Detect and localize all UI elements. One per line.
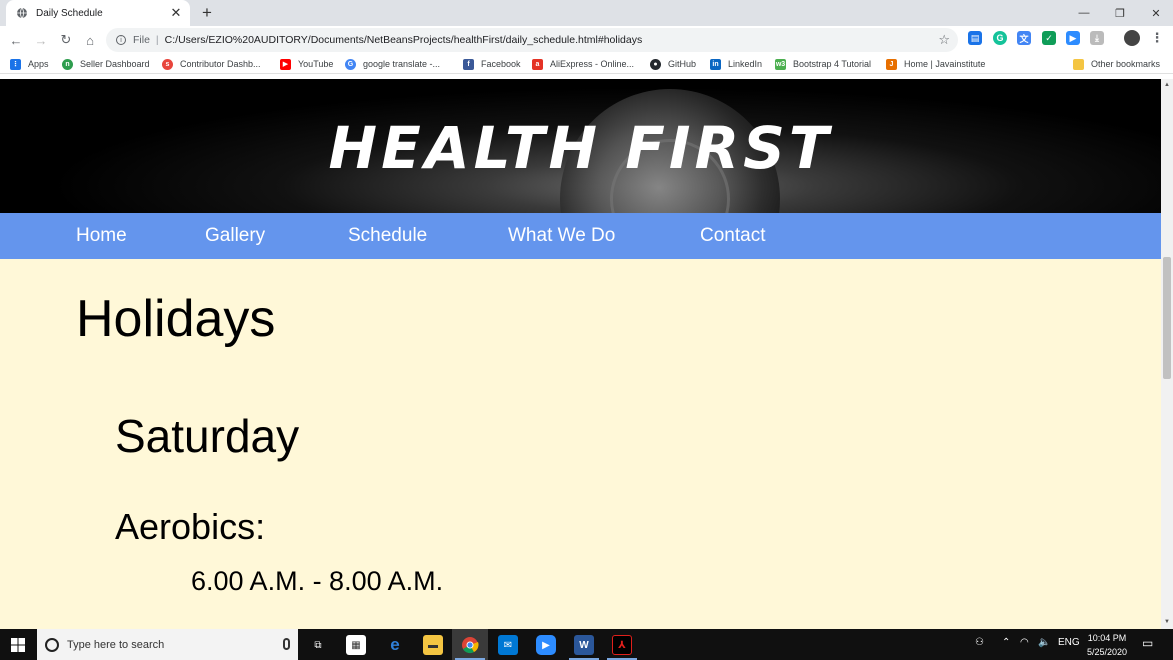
site-logo: HEALTH FIRST — [328, 114, 833, 182]
back-arrow-icon[interactable]: ← — [6, 30, 26, 50]
activity-heading: Aerobics: — [115, 506, 266, 547]
zoom-extension-icon[interactable]: ▶ — [1066, 31, 1080, 45]
bookmark-bootstrap[interactable]: w3 Bootstrap 4 Tutorial — [775, 57, 871, 71]
info-icon[interactable]: i — [116, 35, 126, 45]
language-indicator[interactable]: ENG — [1058, 637, 1080, 648]
close-window-icon[interactable]: ✕ — [1138, 0, 1173, 26]
tab-title: Daily Schedule — [36, 7, 103, 19]
bookmark-youtube[interactable]: ▶ YouTube — [280, 57, 333, 71]
nav-what-we-do[interactable]: What We Do — [508, 213, 615, 259]
seller-icon: n — [62, 58, 73, 70]
hero-banner: HEALTH FIRST — [0, 79, 1161, 213]
w3schools-icon: w3 — [775, 58, 786, 70]
windows-start-icon[interactable] — [0, 629, 36, 660]
page-scrollbar[interactable]: ▲ ▼ — [1161, 79, 1173, 629]
edge-icon[interactable]: e — [385, 635, 405, 655]
zoom-icon[interactable]: ▶ — [536, 635, 556, 655]
close-tab-icon[interactable]: ✕ — [168, 5, 184, 21]
section-title: Holidays — [76, 290, 276, 348]
home-icon[interactable]: ⌂ — [80, 30, 100, 50]
page-viewport: HEALTH FIRST Home Gallery Schedule What … — [0, 79, 1161, 629]
browser-tab[interactable]: Daily Schedule ✕ — [6, 0, 190, 26]
day-heading: Saturday — [115, 410, 300, 462]
new-tab-button[interactable]: + — [197, 3, 217, 23]
scroll-up-icon[interactable]: ▲ — [1164, 82, 1170, 88]
contributor-icon: s — [162, 58, 173, 70]
address-bar[interactable]: i File | C:/Users/EZIO%20AUDITORY/Docume… — [106, 28, 958, 52]
volume-icon[interactable]: 🔈 — [1038, 637, 1050, 648]
chrome-icon[interactable] — [460, 635, 480, 655]
facebook-icon: f — [463, 58, 474, 70]
minimize-icon[interactable]: — — [1066, 0, 1102, 26]
reload-icon[interactable]: ↻ — [56, 30, 76, 50]
aliexpress-icon: a — [532, 58, 543, 70]
bookmark-github[interactable]: ● GitHub — [650, 57, 696, 71]
url-text[interactable]: C:/Users/EZIO%20AUDITORY/Documents/NetBe… — [165, 34, 643, 46]
bookmark-star-icon[interactable]: ☆ — [938, 32, 950, 48]
folder-icon — [1073, 58, 1084, 70]
bookmark-javainstitute[interactable]: J Home | Javainstitute — [886, 57, 985, 71]
nav-schedule[interactable]: Schedule — [348, 213, 427, 259]
clock-time: 10:04 PM — [1087, 633, 1127, 643]
bookmark-google-translate[interactable]: Ggoogle translate -... — [345, 57, 440, 71]
youtube-icon: ▶ — [280, 58, 291, 70]
profile-avatar[interactable] — [1124, 30, 1140, 46]
nav-home[interactable]: Home — [76, 213, 127, 259]
github-icon: ● — [650, 58, 661, 70]
bookmark-linkedin[interactable]: in LinkedIn — [710, 57, 762, 71]
extension-reader-icon[interactable]: ▤ — [968, 31, 982, 45]
mail-icon[interactable]: ✉ — [498, 635, 518, 655]
microphone-icon[interactable] — [283, 638, 290, 650]
url-separator: | — [155, 34, 159, 46]
site-nav: Home Gallery Schedule What We Do Contact — [0, 213, 1161, 259]
store-icon[interactable]: ▦ — [346, 635, 366, 655]
nav-gallery[interactable]: Gallery — [205, 213, 265, 259]
activity-time: 6.00 A.M. - 8.00 A.M. — [191, 566, 444, 596]
bookmark-other[interactable]: Other bookmarks — [1073, 57, 1160, 71]
url-scheme: File — [133, 34, 150, 46]
bookmark-facebook[interactable]: f Facebook — [463, 57, 521, 71]
bookmark-aliexpress[interactable]: a AliExpress - Online... — [532, 57, 634, 71]
search-placeholder: Type here to search — [67, 638, 165, 651]
scroll-thumb[interactable] — [1163, 257, 1171, 379]
cortana-icon — [45, 637, 59, 652]
globe-icon — [16, 7, 28, 19]
windows-taskbar: Type here to search ⧉ ▦ e ▬ ✉ ▶ W ⅄ ⚇ ⌃ … — [0, 629, 1173, 660]
system-clock[interactable]: 10:04 PM 5/25/2020 — [1082, 631, 1132, 659]
apps-grid-icon: ⋮ — [10, 58, 21, 70]
scroll-down-icon[interactable]: ▼ — [1164, 619, 1170, 625]
nav-contact[interactable]: Contact — [700, 213, 765, 259]
taskbar-search[interactable]: Type here to search — [37, 629, 298, 660]
acrobat-icon[interactable]: ⅄ — [612, 635, 632, 655]
notifications-icon[interactable]: ▭ — [1142, 636, 1153, 650]
shield-icon[interactable]: ✓ — [1042, 31, 1056, 45]
file-explorer-icon[interactable]: ▬ — [423, 635, 443, 655]
clock-date: 5/25/2020 — [1086, 647, 1128, 657]
linkedin-icon: in — [710, 58, 721, 70]
bookmark-contributor[interactable]: s Contributor Dashb... — [162, 57, 261, 71]
restore-icon[interactable]: ❐ — [1102, 0, 1138, 26]
tab-strip: Daily Schedule ✕ + — ❐ ✕ — [0, 0, 1173, 26]
wifi-icon[interactable]: ◠ — [1020, 637, 1029, 648]
bookmark-seller-dashboard[interactable]: n Seller Dashboard — [62, 57, 150, 71]
translate-icon[interactable]: 文 — [1017, 31, 1031, 45]
java-icon: J — [886, 58, 897, 70]
chevron-up-icon[interactable]: ⌃ — [1002, 637, 1010, 648]
grammarly-icon[interactable]: G — [993, 31, 1007, 45]
forward-arrow-icon[interactable]: → — [31, 30, 51, 50]
bookmark-apps[interactable]: ⋮ Apps — [10, 57, 49, 71]
more-menu-icon[interactable]: ⋮ — [1150, 30, 1164, 45]
word-icon[interactable]: W — [574, 635, 594, 655]
task-view-icon[interactable]: ⧉ — [308, 635, 328, 655]
bookmarks-bar: ⋮ Apps n Seller Dashboard s Contributor Das… — [0, 54, 1173, 74]
people-icon[interactable]: ⚇ — [975, 637, 984, 648]
pdf-extension-icon[interactable]: ⤓ — [1090, 31, 1104, 45]
google-icon: G — [345, 58, 356, 70]
